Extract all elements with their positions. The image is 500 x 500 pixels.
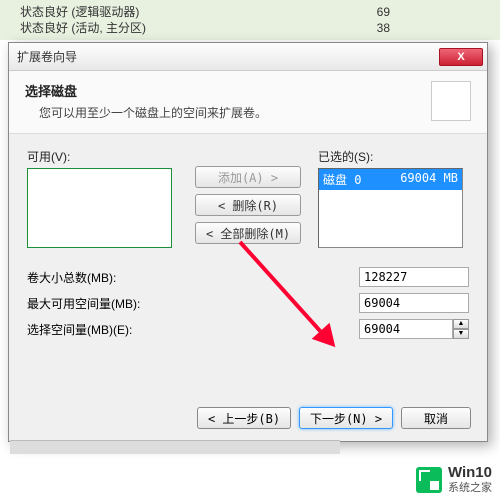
available-listbox[interactable]: [27, 168, 172, 248]
bg-value-2: 38: [377, 20, 390, 36]
remove-all-button[interactable]: < 全部删除(M): [195, 222, 301, 244]
max-space-label: 最大可用空间量(MB):: [27, 295, 217, 312]
max-space-field: [359, 293, 469, 313]
bg-status-1: 状态良好 (逻辑驱动器): [20, 4, 139, 20]
titlebar[interactable]: 扩展卷向导 X: [9, 43, 487, 71]
close-icon: X: [457, 51, 464, 63]
watermark: Win10 系统之家: [416, 465, 492, 494]
watermark-sub: 系统之家: [448, 482, 492, 494]
disk-name: 磁盘 0: [323, 171, 361, 188]
select-space-input[interactable]: [359, 319, 453, 339]
bg-status-2: 状态良好 (活动, 主分区): [20, 20, 146, 36]
selected-listbox[interactable]: 磁盘 0 69004 MB: [318, 168, 463, 248]
header-subtitle: 您可以用至少一个磁盘上的空间来扩展卷。: [39, 104, 423, 121]
bg-value-1: 69: [377, 4, 390, 20]
close-button[interactable]: X: [439, 48, 483, 66]
available-label: 可用(V):: [27, 148, 178, 165]
cancel-button[interactable]: 取消: [401, 407, 471, 429]
background-disk-info: 状态良好 (逻辑驱动器) 69 状态良好 (活动, 主分区) 38: [0, 0, 500, 40]
bg-shadow: [10, 440, 340, 454]
back-button[interactable]: < 上一步(B): [197, 407, 291, 429]
dialog-title: 扩展卷向导: [17, 48, 439, 65]
remove-button[interactable]: < 删除(R): [195, 194, 301, 216]
select-space-label: 选择空间量(MB)(E):: [27, 321, 217, 338]
spinner-up[interactable]: ▲: [453, 319, 469, 329]
dialog-body: 可用(V): 添加(A) > < 删除(R) < 全部删除(M) 已选的(S):…: [9, 134, 487, 356]
spinner-down[interactable]: ▼: [453, 329, 469, 339]
watermark-logo-icon: [416, 467, 442, 493]
dialog-header: 选择磁盘 您可以用至少一个磁盘上的空间来扩展卷。: [9, 71, 487, 134]
extend-volume-wizard-dialog: 扩展卷向导 X 选择磁盘 您可以用至少一个磁盘上的空间来扩展卷。 可用(V): …: [8, 42, 488, 442]
watermark-main: Win10: [448, 465, 492, 482]
header-title: 选择磁盘: [25, 81, 423, 100]
next-button[interactable]: 下一步(N) >: [299, 407, 393, 429]
total-size-label: 卷大小总数(MB):: [27, 269, 217, 286]
disk-size: 69004 MB: [400, 171, 458, 188]
total-size-field: [359, 267, 469, 287]
selected-disk-item[interactable]: 磁盘 0 69004 MB: [319, 169, 462, 190]
selected-label: 已选的(S):: [318, 148, 469, 165]
dialog-footer: < 上一步(B) 下一步(N) > 取消: [197, 407, 471, 429]
add-button[interactable]: 添加(A) >: [195, 166, 301, 188]
wizard-icon: [431, 81, 471, 121]
